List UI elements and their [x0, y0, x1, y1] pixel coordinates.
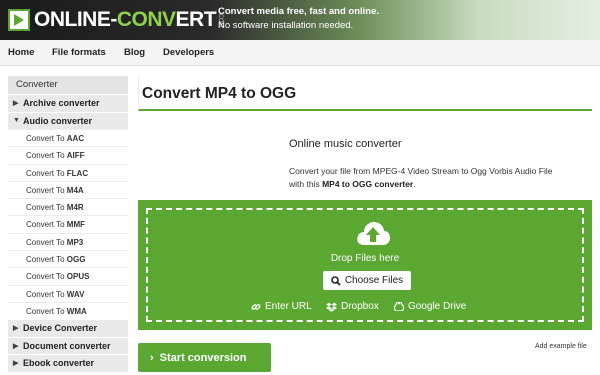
enter-url-link[interactable]: Enter URL — [251, 301, 312, 312]
nav-home[interactable]: Home — [8, 47, 34, 58]
cloud-upload-icon — [355, 219, 391, 252]
sidebar-subitem-mmf[interactable]: Convert To MMF — [8, 215, 128, 233]
dropbox-link[interactable]: Dropbox — [326, 301, 379, 312]
triangle-right-icon: ▶ — [13, 360, 19, 368]
site-header: ONLINE-CONVERT .COM Convert media free, … — [0, 0, 600, 40]
tagline-line1: Convert media free, fast and online. — [218, 6, 380, 17]
converter-subtitle: Online music converter — [289, 138, 402, 150]
start-conversion-button[interactable]: › Start conversion — [138, 343, 271, 372]
sidebar-item-ebook-converter[interactable]: ▶ Ebook converter — [8, 354, 128, 372]
add-example-file-link[interactable]: Add example file — [535, 343, 587, 350]
sidebar-subitem-opus[interactable]: Convert To OPUS — [8, 267, 128, 285]
sidebar-item-audio-converter[interactable]: ▼ Audio converter — [8, 111, 128, 129]
sidebar-item-archive-converter[interactable]: ▶ Archive converter — [8, 94, 128, 112]
top-nav: Home File formats Blog Developers — [0, 40, 600, 66]
triangle-right-icon: ▶ — [13, 342, 19, 350]
sidebar-subitem-mp3[interactable]: Convert To MP3 — [8, 232, 128, 251]
sidebar-item-document-converter[interactable]: ▶ Document converter — [8, 336, 128, 355]
sidebar-heading: Converter — [8, 76, 128, 94]
google-drive-link[interactable]: Google Drive — [394, 301, 466, 312]
sidebar-item-label: Audio converter — [23, 115, 93, 126]
dropbox-icon — [326, 302, 337, 312]
file-drop-zone[interactable]: Drop Files here Choose Files Enter URL D… — [138, 200, 592, 330]
sidebar-subitem-aac[interactable]: Convert To AAC — [8, 129, 128, 147]
converter-description: Convert your file from MPEG-4 Video Stre… — [289, 166, 553, 189]
choose-files-button[interactable]: Choose Files — [323, 271, 411, 290]
triangle-down-icon: ▼ — [13, 116, 20, 124]
sidebar-subitem-flac[interactable]: Convert To FLAC — [8, 163, 128, 181]
search-icon — [331, 275, 341, 286]
tagline-line2: No software installation needed. — [218, 20, 354, 31]
triangle-right-icon: ▶ — [13, 100, 19, 107]
sidebar: Converter ▶ Archive converter ▼ Audio co… — [8, 76, 128, 372]
sidebar-subitem-m4r[interactable]: Convert To M4R — [8, 198, 128, 216]
sidebar-item-device-converter[interactable]: ▶ Device Converter — [8, 319, 128, 337]
nav-file-formats[interactable]: File formats — [52, 47, 106, 58]
drop-files-text: Drop Files here — [330, 253, 400, 264]
nav-blog[interactable]: Blog — [124, 47, 145, 58]
logo-text: ONLINE-CONVERT — [34, 8, 217, 31]
google-drive-icon — [394, 302, 404, 311]
tagline: Convert media free, fast and online. No … — [218, 5, 379, 33]
play-person-logo-icon — [8, 9, 30, 31]
sidebar-subitem-aiff[interactable]: Convert To AIFF — [8, 146, 128, 164]
sidebar-subitem-ogg[interactable]: Convert To OGG — [8, 250, 128, 268]
sidebar-subitem-wav[interactable]: Convert To WAV — [8, 284, 128, 302]
page-title: Convert MP4 to OGG — [142, 85, 297, 102]
sidebar-item-label: Archive converter — [23, 98, 100, 108]
page-title-box: Convert MP4 to OGG — [138, 76, 592, 111]
sidebar-item-label: Ebook converter — [23, 358, 95, 369]
nav-developers[interactable]: Developers — [163, 47, 214, 58]
chevron-right-icon: › — [150, 351, 154, 364]
site-logo[interactable]: ONLINE-CONVERT .COM — [8, 4, 223, 36]
sidebar-item-label: Device Converter — [23, 323, 98, 334]
sidebar-subitem-wma[interactable]: Convert To WMA — [8, 301, 128, 320]
link-icon — [251, 303, 261, 310]
sidebar-subitem-m4a[interactable]: Convert To M4A — [8, 180, 128, 199]
drop-zone-border: Drop Files here Choose Files Enter URL D… — [146, 208, 584, 322]
triangle-right-icon: ▶ — [13, 325, 19, 333]
sidebar-item-label: Document converter — [23, 340, 111, 351]
